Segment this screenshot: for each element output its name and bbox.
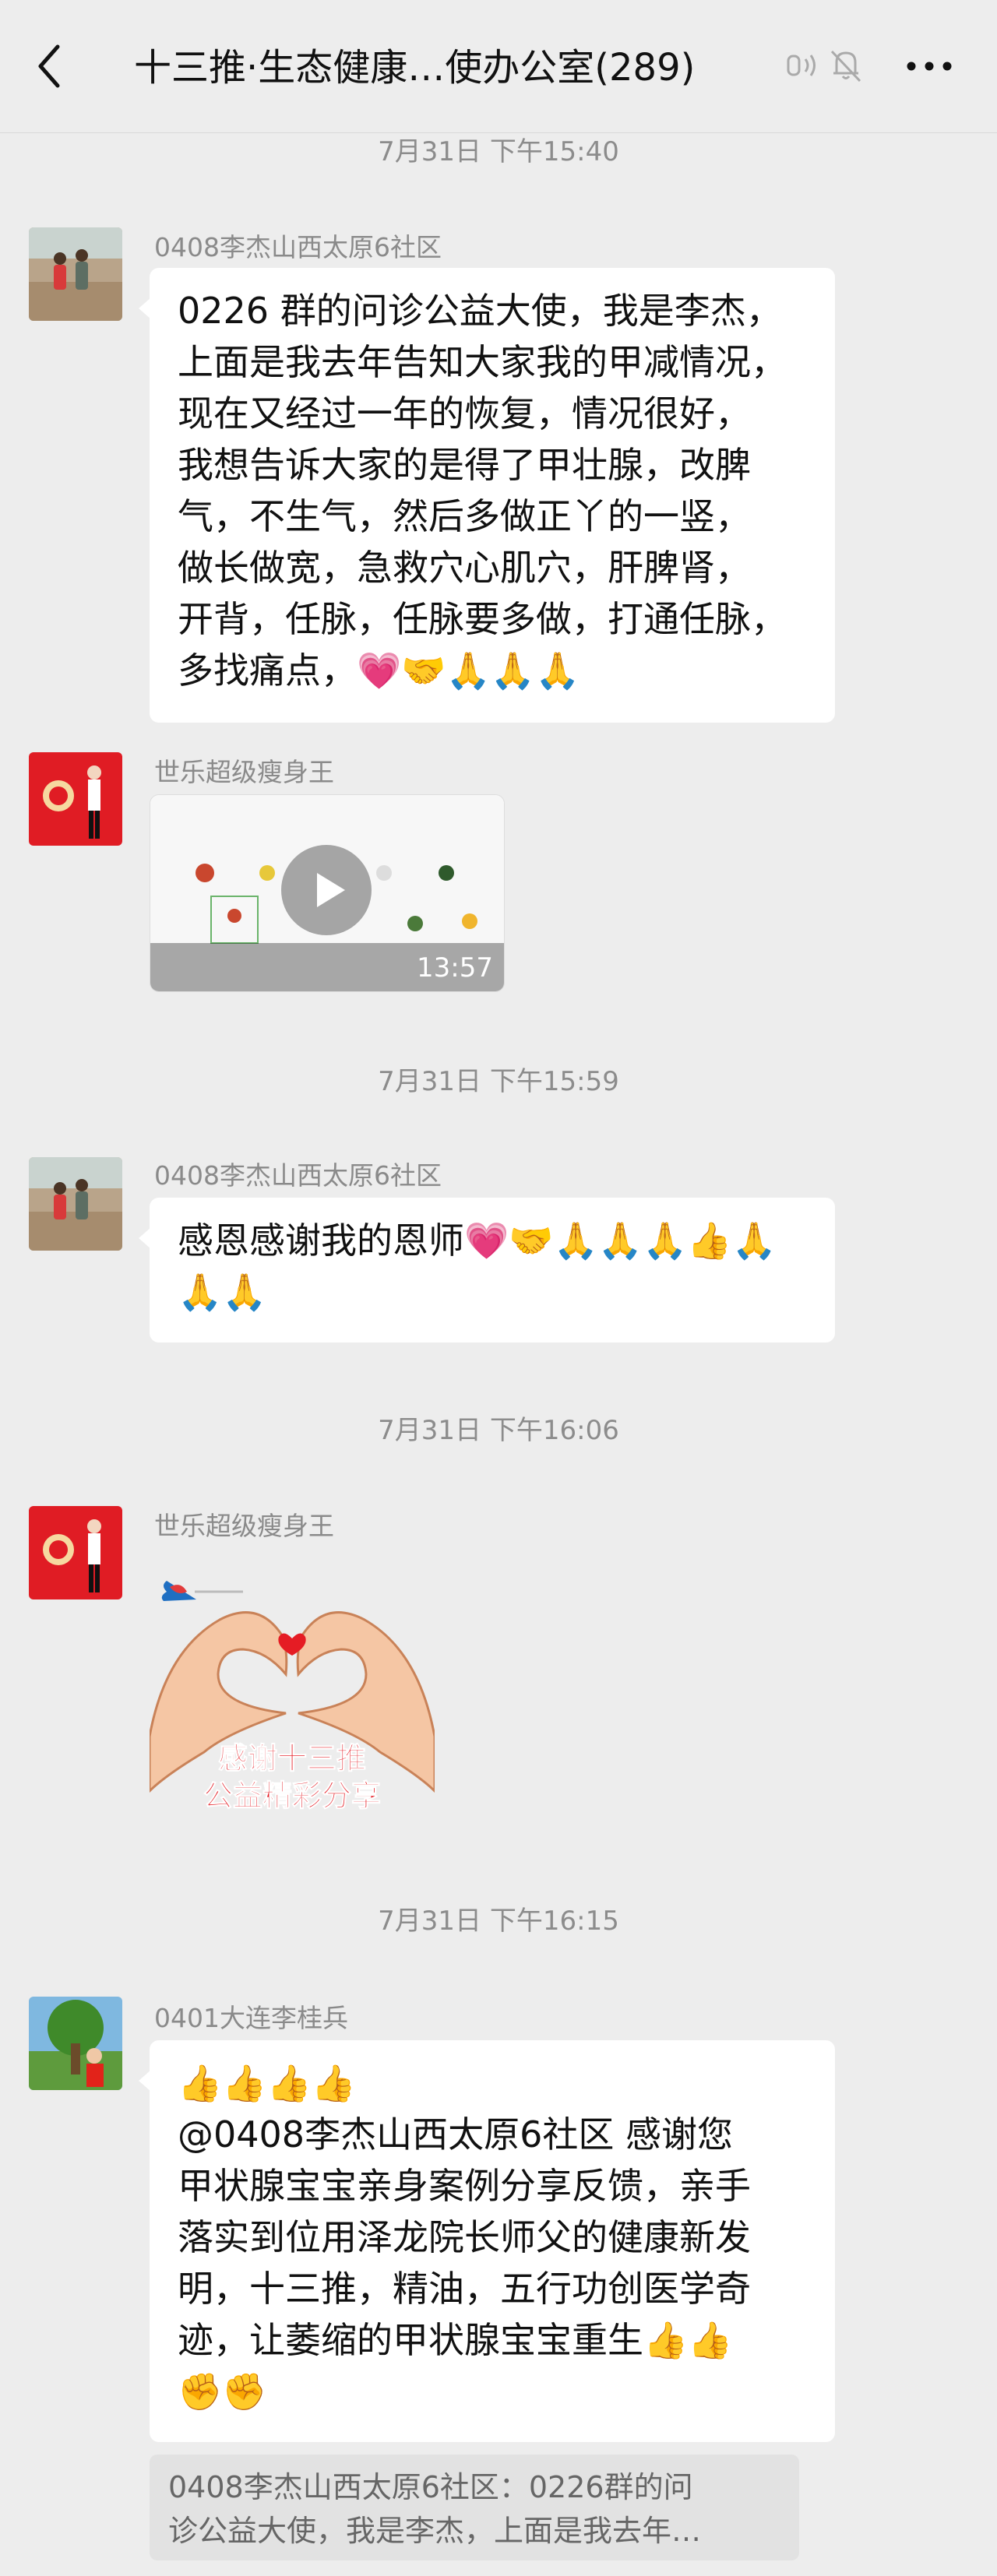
quoted-message[interactable]: 0408李杰山西太原6社区：0226群的问 诊公益大使，我是李杰，上面是我去年…	[150, 2455, 799, 2560]
message-bubble[interactable]: 👍👍👍👍 @0408李杰山西太原6社区 感谢您 甲状腺宝宝亲身案例分享反馈，亲手…	[139, 2040, 835, 2442]
chat-title: 十三推·生态健康…使办公室(289)	[134, 46, 696, 90]
video-message[interactable]: 13:57	[150, 794, 505, 992]
message-line: 0226 群的问诊公益大使，我是李杰，	[178, 290, 782, 332]
message-line: 多找痛点，💗🤝🙏🙏🙏	[178, 649, 580, 692]
timestamp: 7月31日 下午16:06	[378, 1415, 619, 1446]
message-line: 现在又经过一年的恢复，情况很好，	[178, 392, 751, 435]
message-line: 迹，让萎缩的甲状腺宝宝重生👍👍	[178, 2319, 733, 2361]
message-line: 落实到位用泽龙院长师父的健康新发	[178, 2216, 751, 2258]
sticker-line: 感谢十三推	[217, 1741, 366, 1776]
chat-header: 十三推·生态健康…使办公室(289)	[0, 0, 997, 133]
message-line: 开背，任脉，任脉要多做，打通任脉，	[178, 598, 787, 640]
earpiece-icon	[782, 45, 823, 86]
sender-name: 0401大连李桂兵	[154, 2003, 348, 2033]
sticker-line: 公益精彩分享	[203, 1779, 381, 1814]
message-line: ✊✊	[178, 2370, 267, 2412]
timestamp: 7月31日 下午16:15	[378, 1906, 619, 1937]
message-line: 感恩感谢我的恩师💗🤝🙏🙏🙏👍🙏	[178, 1219, 777, 1262]
timestamp: 7月31日 下午15:40	[378, 136, 619, 167]
message-line: 🙏🙏	[178, 1271, 267, 1313]
sticker-message[interactable]: 感谢十三推 公益精彩分享	[148, 1557, 436, 1822]
sender-name: 世乐超级瘦身王	[154, 1511, 334, 1541]
more-button[interactable]	[902, 48, 956, 84]
sender-name: 0408李杰山西太原6社区	[154, 232, 442, 262]
avatar[interactable]	[29, 1506, 122, 1599]
message-line: @0408李杰山西太原6社区 感谢您	[178, 2113, 733, 2155]
video-duration: 13:57	[417, 952, 493, 984]
play-icon	[317, 873, 345, 907]
avatar[interactable]	[29, 227, 122, 321]
sender-name: 0408李杰山西太原6社区	[154, 1160, 442, 1191]
message-line: 做长做宽，急救穴心肌穴，肝脾肾，	[178, 547, 751, 589]
message-line: 我想告诉大家的是得了甲壮腺，改脾	[178, 444, 751, 486]
more-horizontal-icon	[907, 62, 952, 71]
sender-name: 世乐超级瘦身王	[154, 757, 334, 787]
back-button[interactable]	[31, 39, 70, 93]
message-bubble[interactable]: 0226 群的问诊公益大使，我是李杰， 上面是我去年告知大家我的甲减情况， 现在…	[139, 268, 835, 723]
sticker-caption: 感谢十三推 公益精彩分享	[150, 1740, 435, 1814]
play-button[interactable]	[281, 845, 372, 935]
chevron-left-icon	[38, 44, 60, 88]
message-line: 👍👍👍👍	[178, 2062, 357, 2104]
avatar[interactable]	[29, 752, 122, 846]
message-line: 上面是我去年告知大家我的甲减情况，	[178, 341, 787, 383]
quote-line: 诊公益大使，我是李杰，上面是我去年…	[168, 2514, 702, 2548]
message-bubble[interactable]: 感恩感谢我的恩师💗🤝🙏🙏🙏👍🙏 🙏🙏	[139, 1198, 835, 1343]
timestamp: 7月31日 下午15:59	[378, 1066, 619, 1097]
message-line: 甲状腺宝宝亲身案例分享反馈，亲手	[178, 2165, 751, 2207]
avatar[interactable]	[29, 1157, 122, 1251]
quote-line: 0408李杰山西太原6社区：0226群的问	[168, 2470, 693, 2504]
message-line: 明，十三推，精油，五行功创医学奇	[178, 2268, 751, 2310]
avatar[interactable]	[29, 1997, 122, 2090]
message-line: 气，不生气，然后多做正丫的一竖，	[178, 495, 751, 537]
bell-off-icon	[826, 45, 866, 86]
